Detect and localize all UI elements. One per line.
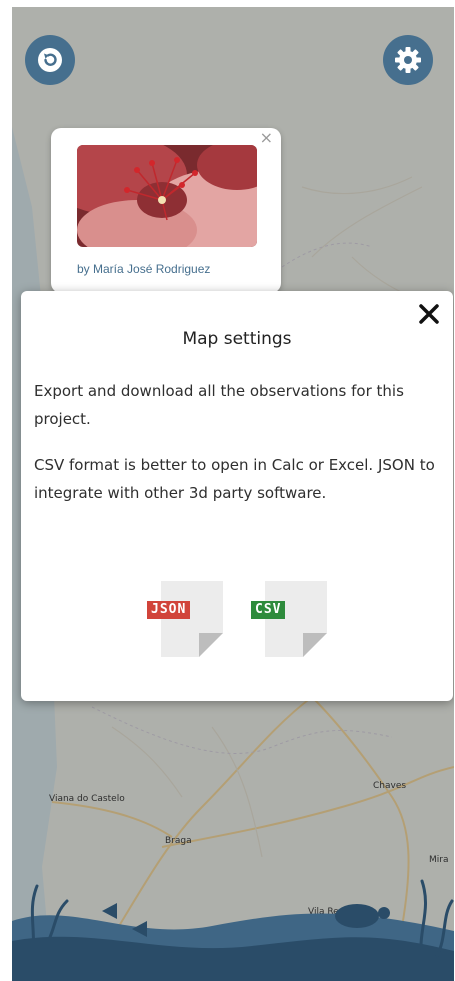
- photo-credit[interactable]: by María José Rodriguez: [77, 262, 210, 276]
- observation-popup[interactable]: × by María José Rodriguez: [51, 128, 281, 293]
- observation-photo[interactable]: [77, 145, 257, 247]
- map-label-braga: Braga: [165, 836, 192, 846]
- flower-photo: [77, 145, 257, 247]
- file-icon: [265, 581, 327, 657]
- map-label-viana: Viana do Castelo: [49, 794, 125, 804]
- dialog-body: Export and download all the observations…: [34, 377, 441, 525]
- format-description: CSV format is better to open in Calc or …: [34, 456, 435, 502]
- json-badge: JSON: [147, 601, 191, 619]
- dialog-title: Map settings: [182, 329, 292, 349]
- download-json-button[interactable]: JSON: [147, 581, 223, 657]
- map-label-chaves: Chaves: [373, 781, 407, 791]
- csv-badge: CSV: [251, 601, 286, 619]
- back-button[interactable]: [25, 35, 75, 85]
- map-settings-dialog: Map settings Export and download all the…: [21, 291, 453, 701]
- sea-decoration: [12, 879, 454, 981]
- export-description: Export and download all the observations…: [34, 382, 404, 428]
- gear-icon: [395, 47, 421, 73]
- file-icon: [161, 581, 223, 657]
- download-csv-button[interactable]: CSV: [251, 581, 327, 657]
- close-x-icon[interactable]: [418, 303, 440, 325]
- map-screen: Viana do Castelo Braga Chaves Vila Real …: [12, 7, 454, 981]
- settings-button[interactable]: [383, 35, 433, 85]
- undo-arrow-icon: [38, 48, 62, 72]
- popup-close-button[interactable]: ×: [260, 130, 273, 146]
